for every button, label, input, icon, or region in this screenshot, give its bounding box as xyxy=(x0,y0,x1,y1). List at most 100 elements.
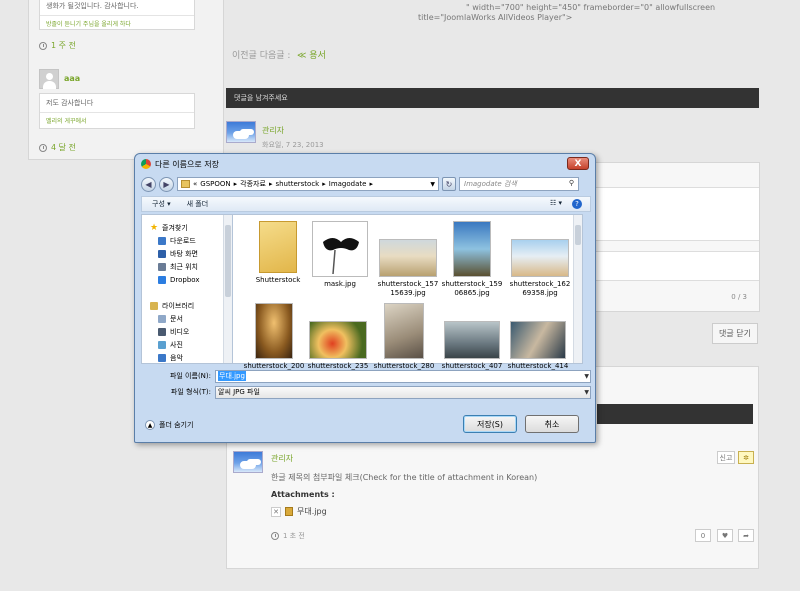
file-scrollbar[interactable] xyxy=(573,215,582,363)
dialog-titlebar[interactable]: 다른 이름으로 저장 xyxy=(135,154,595,174)
file-item[interactable]: shutterstock_280 xyxy=(373,303,435,371)
dialog-toolbar: 구성 ▾ 새 폴더 ☷ ▾ ? xyxy=(141,196,591,212)
desktop-icon xyxy=(158,249,166,258)
chevron-up-icon: ▲ xyxy=(145,420,155,430)
pictures-icon xyxy=(158,340,166,349)
report-button[interactable]: 신고 xyxy=(717,451,735,464)
comment-input-row[interactable] xyxy=(587,251,759,281)
refresh-icon[interactable]: ↻ xyxy=(442,177,456,191)
filetype-row: 파일 형식(T): 알씨 JPG 파일 ▼ xyxy=(141,384,591,400)
comment-text: 저도 감사합니다 xyxy=(46,99,94,107)
hide-folders-toggle[interactable]: ▲ 폴더 숨기기 xyxy=(145,420,193,430)
nav-item[interactable]: Dropbox xyxy=(142,273,232,286)
embed-code-line: " width="700" height="450" frameborder="… xyxy=(466,3,716,12)
comment-time: 1 초 전 xyxy=(271,531,305,541)
view-options-icon[interactable]: ☷ ▾ xyxy=(550,199,562,209)
time-label: 4 달 전 xyxy=(51,143,76,152)
music-icon xyxy=(158,353,166,362)
nav-item[interactable]: 비디오 xyxy=(142,325,232,338)
admin-name[interactable]: 관리자 xyxy=(262,125,284,136)
folder-item[interactable]: Shutterstock xyxy=(247,221,309,285)
chevron-down-icon[interactable]: ▼ xyxy=(430,181,438,188)
file-item[interactable]: shutterstock_16269358.jpg xyxy=(509,221,571,298)
nav-item[interactable]: 음악 xyxy=(142,351,232,364)
filename-input[interactable]: 무대.jpg ▼ xyxy=(215,369,591,383)
path-segment[interactable]: 각종자료 xyxy=(240,179,266,189)
image-thumbnail xyxy=(384,303,424,359)
filename-row: 파일 이름(N): 무대.jpg ▼ xyxy=(141,368,591,384)
search-icon: ⚲ xyxy=(568,179,574,187)
search-input[interactable]: Imagodate 검색 ⚲ xyxy=(459,177,579,191)
file-item[interactable]: mask.jpg xyxy=(309,221,371,289)
settings-gear-icon[interactable]: ✲ xyxy=(738,451,754,464)
image-thumbnail xyxy=(255,303,293,359)
help-icon[interactable]: ? xyxy=(572,199,582,209)
nav-item-label: Dropbox xyxy=(170,275,200,284)
attachment-link[interactable]: 무대.jpg xyxy=(297,506,327,517)
file-item[interactable]: shutterstock_414 xyxy=(507,303,569,371)
share-icon[interactable]: ➦ xyxy=(738,529,754,542)
navigation-pane: ★ 즐겨찾기 다운로드바탕 화면최근 위치 Dropbox 라이브러리문서 비디오사진음악 xyxy=(141,214,233,364)
nav-item-label: 바탕 화면 xyxy=(170,249,198,258)
nav-item[interactable]: 라이브러리 xyxy=(142,299,232,312)
chevron-down-icon[interactable]: ▼ xyxy=(584,389,589,396)
close-comments-button[interactable]: 댓글 닫기 xyxy=(712,323,758,344)
filename-label: 파일 이름(N): xyxy=(169,372,211,380)
folder-icon xyxy=(181,180,190,188)
next-article-link[interactable]: ≪ 용서 xyxy=(297,48,326,61)
remove-attachment-icon[interactable]: ✕ xyxy=(271,506,281,517)
cancel-button[interactable]: 취소 xyxy=(525,415,579,433)
back-icon[interactable]: ◀ xyxy=(141,176,156,192)
search-placeholder: Imagodate 검색 xyxy=(464,180,517,188)
comment-form-bar: 댓글을 남겨주세요 xyxy=(226,88,759,108)
file-item[interactable]: shutterstock_15906865.jpg xyxy=(441,221,503,298)
path-overflow[interactable]: « xyxy=(193,180,197,188)
organize-menu[interactable]: 구성 ▾ xyxy=(152,199,171,209)
time-label: 1 초 전 xyxy=(283,532,305,540)
image-thumbnail xyxy=(309,321,367,359)
dialog-title: 다른 이름으로 저장 xyxy=(155,159,219,169)
nav-item[interactable]: 사진 xyxy=(142,338,232,351)
forward-icon[interactable]: ▶ xyxy=(159,176,174,192)
avatar xyxy=(39,69,59,89)
dropbox-icon xyxy=(158,275,166,284)
comment-box-1: 생화가 될것입니다. 감사합니다. 방졸이 듣니기 주님을 올리게 하다 xyxy=(39,0,195,30)
comment-body: 한글 제목의 첨부파일 체크(Check for the title of at… xyxy=(271,473,538,482)
comment-time: 4 달 전 xyxy=(39,142,76,153)
nav-item[interactable]: 바탕 화면 xyxy=(142,247,232,260)
path-segment[interactable]: Imagodate xyxy=(329,180,367,188)
filetype-label: 파일 형식(T): xyxy=(170,388,211,396)
nav-item[interactable]: 다운로드 xyxy=(142,234,232,247)
commenter-name[interactable]: 관리자 xyxy=(271,453,293,464)
file-item[interactable]: shutterstock_15715639.jpg xyxy=(377,221,439,298)
file-item[interactable]: shutterstock_235 xyxy=(307,303,369,371)
nav-item-label: 사진 xyxy=(170,340,183,349)
filetype-select[interactable]: 알씨 JPG 파일 ▼ xyxy=(215,385,591,399)
clock-icon xyxy=(271,532,279,540)
nav-item[interactable]: 문서 xyxy=(142,312,232,325)
file-icon xyxy=(285,507,293,516)
nav-item-label: 라이브러리 xyxy=(162,301,195,310)
path-segment[interactable]: GSPOON xyxy=(200,180,230,188)
chevron-down-icon[interactable]: ▼ xyxy=(584,373,589,380)
nav-item[interactable]: ★ 즐겨찾기 xyxy=(142,221,232,234)
save-fields: 파일 이름(N): 무대.jpg ▼ 파일 형식(T): 알씨 JPG 파일 ▼ xyxy=(141,368,591,400)
comment-footer[interactable]: 멜리의 게꾸에서 xyxy=(40,112,194,128)
dialog-close-button[interactable]: X xyxy=(567,157,589,170)
heart-icon[interactable]: ♥ xyxy=(717,529,733,542)
save-button[interactable]: 저장(S) xyxy=(463,415,517,433)
file-item[interactable]: shutterstock_200 xyxy=(243,303,305,371)
comment-user[interactable]: aaa xyxy=(64,74,80,83)
address-bar[interactable]: « GSPOON ▸ 각종자료 ▸ shutterstock ▸ Imagodate ▸… xyxy=(177,177,439,191)
new-folder-button[interactable]: 새 폴더 xyxy=(187,199,209,209)
time-label: 1 주 전 xyxy=(51,41,76,50)
comment-editor-panel: 0 / 3 xyxy=(586,162,760,312)
image-thumbnail xyxy=(511,239,569,277)
file-item[interactable]: shutterstock_407 xyxy=(441,303,503,371)
attachments-title: Attachments : xyxy=(271,490,335,499)
nav-item[interactable]: 최근 위치 xyxy=(142,260,232,273)
path-segment[interactable]: shutterstock xyxy=(275,180,319,188)
comment-footer[interactable]: 방졸이 듣니기 주님을 올리게 하다 xyxy=(40,15,194,31)
nav-scrollbar[interactable] xyxy=(223,215,232,363)
comment-textarea[interactable] xyxy=(587,187,759,241)
